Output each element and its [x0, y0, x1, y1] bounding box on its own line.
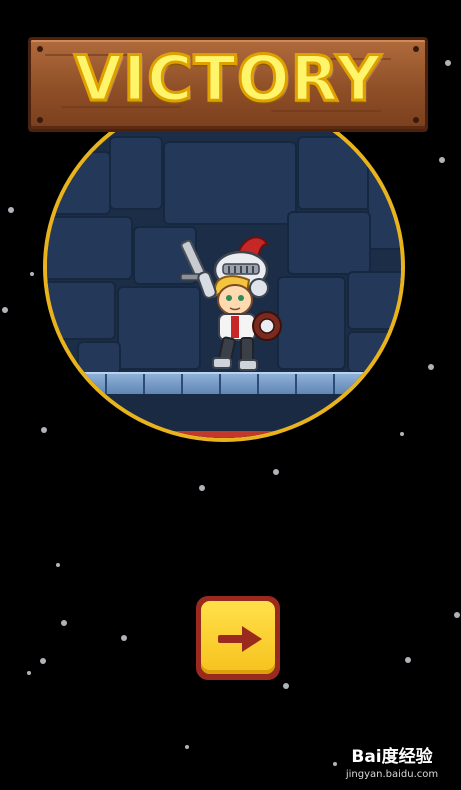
stone-floor	[47, 372, 401, 396]
wall-stone	[297, 136, 371, 210]
star	[2, 307, 8, 313]
star	[30, 272, 34, 276]
wall-stone	[77, 341, 121, 375]
star	[185, 745, 189, 749]
victory-banner: VICTORY	[28, 37, 428, 132]
star	[8, 207, 14, 213]
star	[283, 683, 289, 689]
star	[273, 469, 279, 475]
wall-stone	[47, 151, 111, 215]
star	[199, 485, 205, 491]
wall-stone	[109, 136, 163, 210]
star	[27, 671, 31, 675]
victory-title: VICTORY	[73, 41, 383, 117]
right-arrow-icon	[218, 626, 262, 652]
wall-stone	[47, 216, 133, 280]
wall-stone	[163, 141, 297, 225]
star	[445, 60, 451, 66]
wall-stone	[367, 156, 401, 250]
wall-stone	[347, 331, 401, 373]
lava-strip	[167, 431, 317, 438]
watermark-url: jingyan.baidu.com	[345, 769, 439, 780]
star	[40, 658, 46, 664]
baidu-watermark: Bai度经验 jingyan.baidu.com	[337, 742, 447, 780]
victory-scene	[43, 92, 405, 442]
star	[61, 620, 67, 626]
star	[439, 157, 445, 163]
watermark-brand: Bai度经验	[351, 747, 433, 767]
wall-stone	[287, 211, 371, 275]
wall-stone	[47, 281, 116, 340]
knight-character	[180, 236, 282, 371]
wall-stone	[347, 271, 401, 330]
star	[56, 563, 60, 567]
star	[405, 657, 411, 663]
star	[454, 612, 460, 618]
star	[428, 364, 434, 370]
star	[121, 635, 127, 641]
next-button-face	[201, 601, 275, 674]
next-level-button[interactable]	[196, 596, 280, 680]
